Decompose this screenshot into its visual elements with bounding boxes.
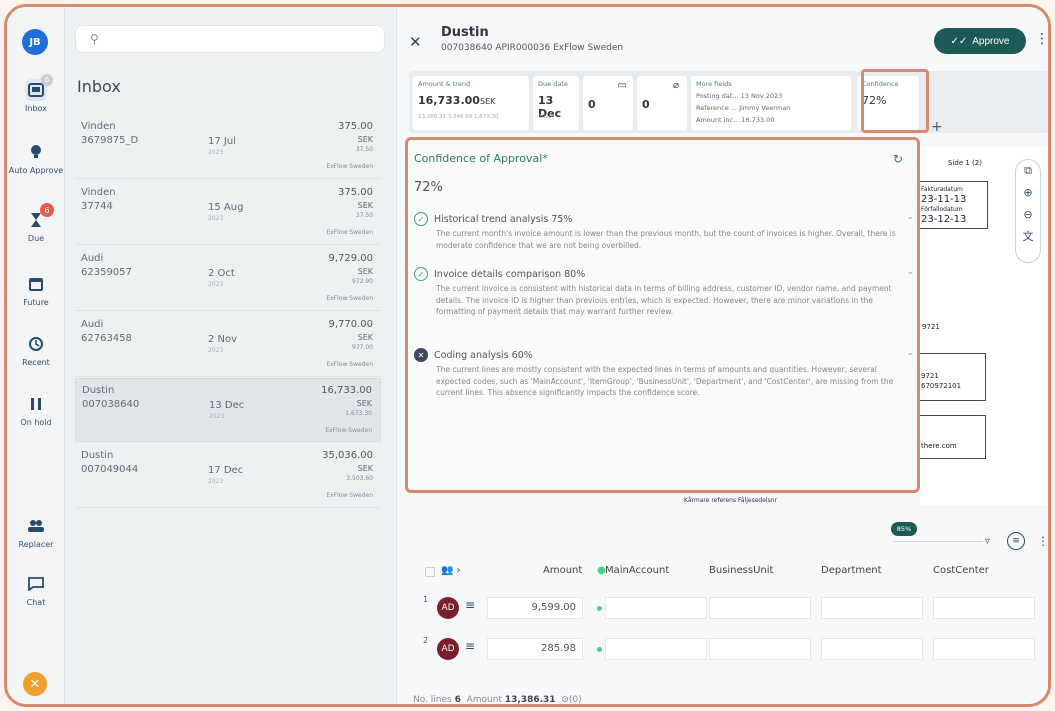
list-item[interactable]: Dustin 007049044 17 Dec 2023 35,036.00 S… xyxy=(75,444,381,508)
popover-title: Confidence of Approval* xyxy=(414,152,548,165)
check-double-icon: ✓✓ xyxy=(950,35,968,47)
avatar: AD xyxy=(437,597,459,619)
list-item[interactable]: Vinden 3679875_D 17 Jul 2023 375.00 SEK … xyxy=(75,115,381,179)
viewer-toolbar: ⧉ ⊕ ⊖ 文 xyxy=(1015,159,1041,263)
rail-label: Replacer xyxy=(18,540,54,549)
list-title: Inbox xyxy=(77,77,121,96)
refresh-icon[interactable]: ↻ xyxy=(893,152,903,166)
zoom-out-icon[interactable]: ⊖ xyxy=(1016,204,1040,226)
calendar-icon xyxy=(25,273,47,295)
comment-icon: ▭ xyxy=(617,80,627,91)
rail-label: Due xyxy=(27,234,45,243)
columns-icon[interactable]: ≡ xyxy=(1007,532,1025,550)
grid-more-icon[interactable]: ⋮ xyxy=(1037,534,1048,548)
popover-percent: 72% xyxy=(414,180,443,195)
check-circle-icon: ✓ xyxy=(414,267,428,281)
hourglass-icon: 6 xyxy=(25,203,54,231)
rail-item-inbox[interactable]: 6 Inbox xyxy=(7,74,65,113)
filter-icon[interactable]: ▿ xyxy=(985,536,990,547)
translate-icon[interactable]: 文 xyxy=(1016,226,1040,248)
zoom-in-icon[interactable]: ⊕ xyxy=(1016,182,1040,204)
chevron-down-icon[interactable]: ⌄ xyxy=(906,348,914,358)
list-item[interactable]: Audi 62359057 2 Oct 2023 9,729.00 SEK 97… xyxy=(75,247,381,311)
rail-item-due[interactable]: 6 Due xyxy=(7,203,65,243)
rail-item-recent[interactable]: Recent xyxy=(7,333,65,367)
exflow-logo-icon: ✕ xyxy=(23,672,47,696)
app-frame: JB 6 Inbox Auto Approve 6 Due Future Rec… xyxy=(4,4,1051,707)
attachments-card[interactable]: 0 ⌀ xyxy=(637,76,687,130)
paperclip-icon: ⌀ xyxy=(672,80,679,91)
x-circle-icon: ✕ xyxy=(414,348,428,362)
due-badge: 6 xyxy=(40,203,54,217)
analysis-section[interactable]: ✕ Coding analysis 60% The current lines a… xyxy=(414,348,914,399)
grid-header: 👥 › Amount ● MainAccount BusinessUnit De… xyxy=(407,563,1048,583)
business-unit-cell[interactable] xyxy=(709,638,811,660)
chevron-down-icon[interactable]: ⌄ xyxy=(906,267,914,277)
department-cell[interactable] xyxy=(821,638,923,660)
close-icon[interactable]: ✕ xyxy=(409,33,422,51)
open-external-icon[interactable]: ⧉ xyxy=(1016,160,1040,182)
detail-title: Dustin xyxy=(441,25,489,40)
search-icon: ⚲ xyxy=(90,32,99,46)
rail-label: Chat xyxy=(26,598,46,607)
inbox-icon: 6 xyxy=(25,74,53,101)
approve-button[interactable]: ✓✓ Approve xyxy=(934,28,1026,54)
department-cell[interactable] xyxy=(821,597,923,619)
list-item-selected[interactable]: Dustin 007038640 13 Dec 2023 16,733.00 S… xyxy=(75,378,381,442)
invoice-list-panel: ⚲ Inbox Vinden 3679875_D 17 Jul 2023 375… xyxy=(65,7,397,704)
row-menu-icon[interactable]: ≡ xyxy=(465,598,475,612)
analysis-section[interactable]: ✓ Historical trend analysis 75% The curre… xyxy=(414,212,914,251)
rail-item-auto-approve[interactable]: Auto Approve xyxy=(7,141,65,175)
progress-bar xyxy=(893,541,983,542)
due-date-card[interactable]: Due date 13 Dec 2023 xyxy=(533,76,579,130)
rail-item-chat[interactable]: Chat xyxy=(7,573,65,607)
analysis-section[interactable]: ✓ Invoice details comparison 80% The curr… xyxy=(414,267,914,318)
attachment-icon: ⊘ xyxy=(561,695,569,705)
people-icon xyxy=(25,515,47,537)
row-menu-icon[interactable]: ≡ xyxy=(465,639,475,653)
cost-center-cell[interactable] xyxy=(933,638,1035,660)
confidence-highlight xyxy=(861,69,929,133)
rail-label: Future xyxy=(23,298,49,307)
people-icon[interactable]: 👥 › xyxy=(441,565,461,576)
pause-icon xyxy=(25,393,47,415)
table-row[interactable]: 1 AD ≡ 9,599.00 xyxy=(407,593,1048,627)
table-row[interactable]: 2 AD ≡ 285.98 xyxy=(407,634,1048,668)
rail-item-replacer[interactable]: Replacer xyxy=(7,515,65,549)
lightbulb-icon xyxy=(25,141,47,163)
rail-label: Recent xyxy=(22,358,50,367)
user-avatar[interactable]: JB xyxy=(22,29,48,55)
main-account-cell[interactable] xyxy=(605,597,707,619)
business-unit-cell[interactable] xyxy=(709,597,811,619)
left-rail: JB 6 Inbox Auto Approve 6 Due Future Rec… xyxy=(7,7,65,704)
rail-label: Inbox xyxy=(25,104,47,113)
more-options-icon[interactable]: ⋮ xyxy=(1035,31,1048,47)
summary-cards: Amount & trend 16,733.00SEK 13,386.31 3,… xyxy=(409,71,1048,133)
detail-subtitle: 007038640 APIR000036 ExFlow Sweden xyxy=(441,43,624,53)
confidence-popover: Confidence of Approval* ↻ 72% ✓ Historica… xyxy=(405,137,920,493)
select-all-checkbox[interactable] xyxy=(425,567,435,577)
inbox-badge: 6 xyxy=(41,74,53,86)
check-circle-icon: ✓ xyxy=(414,212,428,226)
main-account-cell[interactable] xyxy=(605,638,707,660)
rail-label: On hold xyxy=(20,418,52,427)
rail-label: Auto Approve xyxy=(8,166,64,175)
amount-card[interactable]: Amount & trend 16,733.00SEK 13,386.31 3,… xyxy=(413,76,529,130)
grid-footer: No. lines 6 Amount 13,386.31 ⊘(0) xyxy=(413,695,582,705)
search-input[interactable]: ⚲ xyxy=(75,25,385,53)
more-fields-card[interactable]: More fields Posting dat... 13 Nov 2023 R… xyxy=(691,76,851,130)
progress-badge: 85% xyxy=(891,522,917,536)
list-item[interactable]: Audi 62763458 2 Nov 2023 9,770.00 SEK 97… xyxy=(75,313,381,377)
comments-card[interactable]: 0 ▭ xyxy=(583,76,633,130)
cost-center-cell[interactable] xyxy=(933,597,1035,619)
rail-item-on-hold[interactable]: On hold xyxy=(7,393,65,427)
rail-item-future[interactable]: Future xyxy=(7,273,65,307)
list-item[interactable]: Vinden 37744 15 Aug 2023 375.00 SEK 37.5… xyxy=(75,181,381,245)
chat-icon xyxy=(25,573,47,595)
chevron-down-icon[interactable]: ⌄ xyxy=(906,212,914,222)
history-icon xyxy=(25,333,47,355)
add-card-icon[interactable]: + xyxy=(931,119,943,135)
avatar: AD xyxy=(437,638,459,660)
